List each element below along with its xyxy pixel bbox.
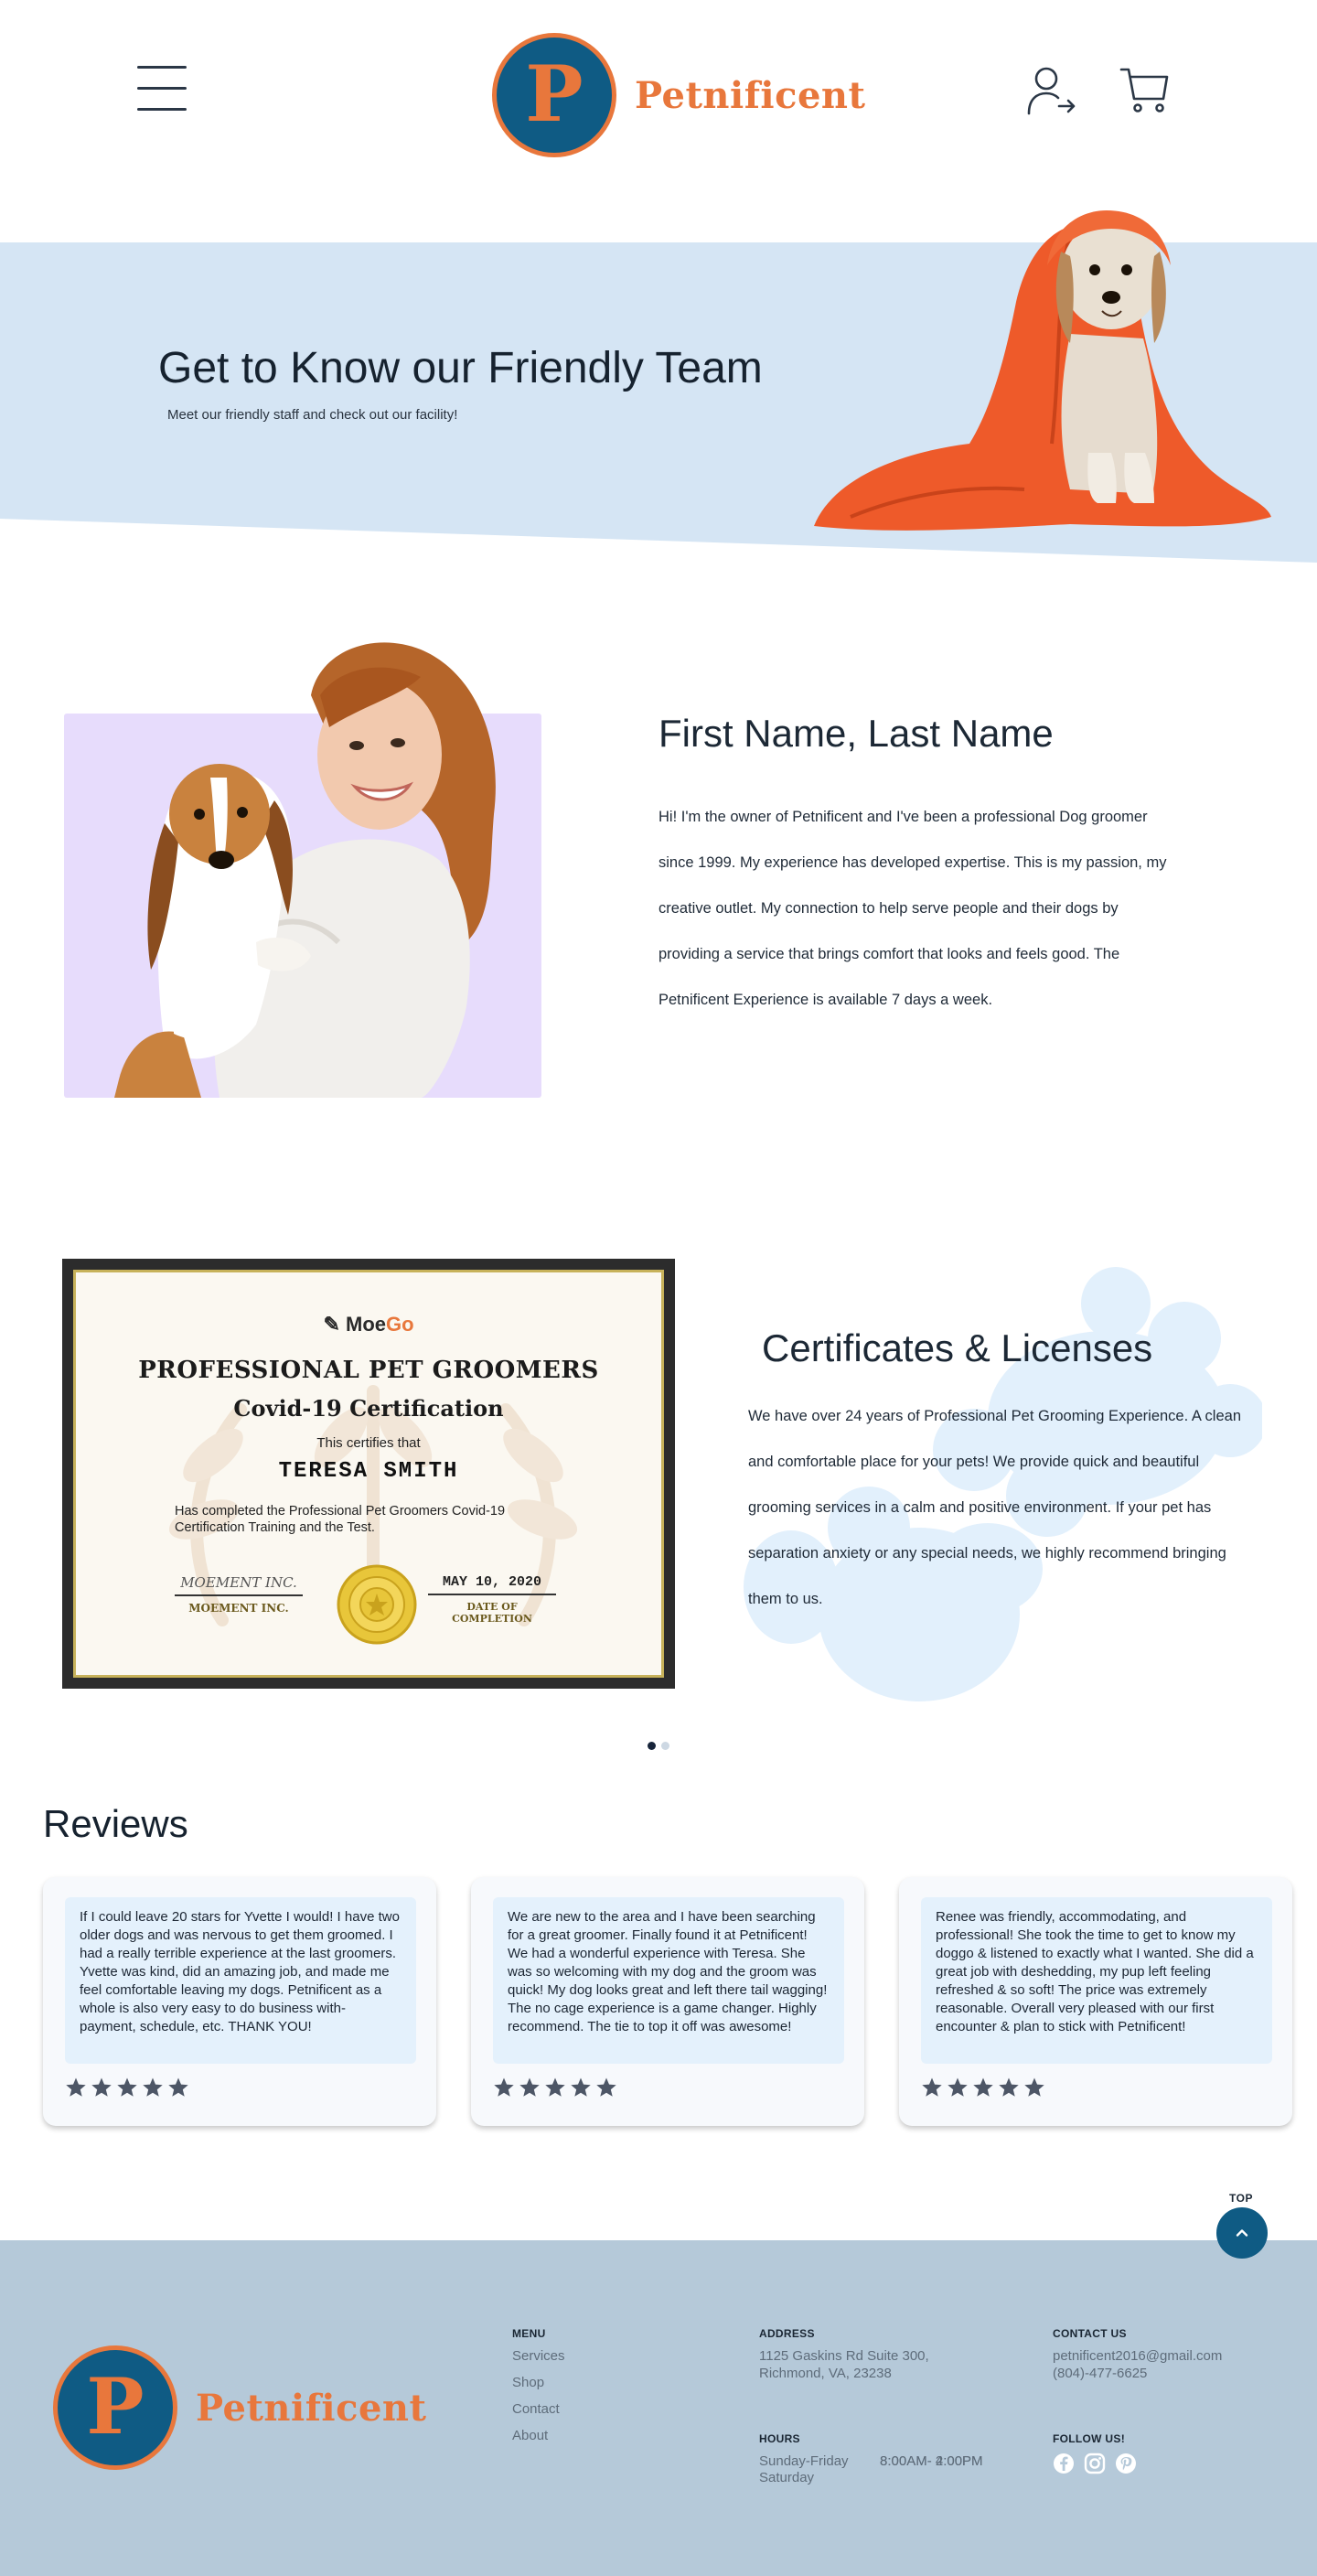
page-title: Get to Know our Friendly Team	[158, 344, 763, 392]
review-card: Renee was friendly, accommodating, and p…	[899, 1877, 1292, 2126]
carousel-dots	[648, 1742, 669, 1750]
instagram-icon[interactable]	[1084, 2453, 1106, 2474]
footer-address-heading: ADDRESS	[759, 2327, 815, 2340]
star-icon	[1024, 2077, 1044, 2097]
brand-name: Petnificent	[635, 73, 866, 117]
hero-subtitle: Meet our friendly staff and check out ou…	[167, 407, 458, 423]
star-rating	[493, 2077, 617, 2098]
address-line-1: 1125 Gaskins Rd Suite 300,	[759, 2348, 929, 2364]
footer-contact: CONTACT US petnificent2016@gmail.com (80…	[1053, 2325, 1222, 2382]
owner-name-heading: First Name, Last Name	[658, 712, 1054, 755]
owner-bio: Hi! I'm the owner of Petnificent and I'v…	[658, 809, 1167, 1008]
footer-link-contact[interactable]: Contact	[512, 2400, 565, 2418]
star-icon	[66, 2077, 86, 2097]
moego-logo: ✎ MoeGo	[323, 1313, 414, 1336]
footer-contact-heading: CONTACT US	[1053, 2327, 1127, 2340]
certificate-subtitle: Covid-19 Certification	[233, 1395, 504, 1422]
footer-menu: MENU Services Shop Contact About	[512, 2325, 565, 2453]
brand-logo[interactable]: P Petnificent	[492, 33, 865, 157]
reviews-heading: Reviews	[43, 1802, 188, 1845]
gold-seal-icon	[337, 1564, 417, 1645]
contact-email-link[interactable]: petnificent2016@gmail.com	[1053, 2347, 1222, 2365]
footer-hours-heading: HOURS	[759, 2432, 800, 2445]
star-rating	[921, 2077, 1045, 2098]
footer-menu-heading: MENU	[512, 2327, 546, 2340]
dog-head-icon: ✎	[323, 1313, 340, 1336]
footer-follow: FOLLOW US!	[1053, 2431, 1137, 2474]
footer-hours: HOURS Sunday-Friday 8:00AM- 4:00PM Satur…	[759, 2431, 983, 2486]
user-login-icon[interactable]	[1026, 64, 1077, 117]
star-icon	[948, 2077, 968, 2097]
star-icon	[91, 2077, 112, 2097]
footer-address: ADDRESS 1125 Gaskins Rd Suite 300, Richm…	[759, 2325, 929, 2382]
brand-name: Petnificent	[196, 2386, 427, 2430]
star-icon	[999, 2077, 1019, 2097]
review-card: We are new to the area and I have been s…	[471, 1877, 864, 2126]
star-icon	[596, 2077, 616, 2097]
review-text: If I could leave 20 stars for Yvette I w…	[65, 1897, 416, 2064]
star-icon	[168, 2077, 188, 2097]
facebook-icon[interactable]	[1053, 2453, 1075, 2474]
hours-row: Saturday 8:00AM- 2:00PM	[759, 2453, 983, 2485]
contact-phone-link[interactable]: (804)-477-6625	[1053, 2365, 1222, 2382]
footer-link-services[interactable]: Services	[512, 2347, 565, 2365]
owner-with-dog-photo	[64, 642, 541, 1098]
certificate-date: MAY 10, 2020 DATE OF COMPLETION	[428, 1574, 556, 1625]
carousel-dot-2[interactable]	[661, 1742, 669, 1750]
top-label: TOP	[1229, 2192, 1253, 2205]
certificate-title: PROFESSIONAL PET GROOMERS	[138, 1357, 599, 1384]
certificates-body: We have over 24 years of Professional Pe…	[748, 1408, 1241, 1607]
back-to-top-button[interactable]	[1216, 2207, 1268, 2259]
star-icon	[973, 2077, 993, 2097]
logo-emblem: P	[492, 33, 616, 157]
certificate-paper: ✎ MoeGo PROFESSIONAL PET GROOMERS Covid-…	[73, 1270, 664, 1678]
star-icon	[117, 2077, 137, 2097]
review-card: If I could leave 20 stars for Yvette I w…	[43, 1877, 436, 2126]
carousel-dot-1[interactable]	[648, 1742, 656, 1750]
review-text: Renee was friendly, accommodating, and p…	[921, 1897, 1272, 2064]
star-icon	[545, 2077, 565, 2097]
star-icon	[143, 2077, 163, 2097]
address-line-2: Richmond, VA, 23238	[759, 2366, 892, 2381]
logo-emblem: P	[53, 2345, 177, 2470]
certificate-image: ✎ MoeGo PROFESSIONAL PET GROOMERS Covid-…	[62, 1259, 675, 1689]
certificates-heading: Certificates & Licenses	[762, 1326, 1153, 1369]
star-rating	[65, 2077, 189, 2098]
dog-in-towel-image	[814, 210, 1271, 531]
chevron-up-icon	[1236, 2229, 1248, 2237]
shopping-cart-icon[interactable]	[1119, 64, 1171, 115]
hamburger-menu-icon[interactable]	[137, 66, 187, 112]
star-icon	[494, 2077, 514, 2097]
review-text: We are new to the area and I have been s…	[493, 1897, 844, 2064]
pinterest-icon[interactable]	[1115, 2453, 1137, 2474]
certificate-description: Has completed the Professional Pet Groom…	[175, 1504, 506, 1535]
footer-follow-heading: FOLLOW US!	[1053, 2432, 1125, 2445]
certificate-signature: MOEMENT INC. MOEMENT INC.	[175, 1574, 303, 1615]
certificate-recipient: TERESA SMITH	[278, 1459, 459, 1484]
footer-link-shop[interactable]: Shop	[512, 2374, 565, 2391]
site-footer: P Petnificent MENU Services Shop Contact…	[0, 2240, 1317, 2576]
star-icon	[922, 2077, 942, 2097]
footer-link-about[interactable]: About	[512, 2427, 565, 2444]
footer-logo[interactable]: P Petnificent	[53, 2345, 426, 2470]
star-icon	[571, 2077, 591, 2097]
site-header: P Petnificent	[0, 0, 1317, 192]
certificate-certifies-text: This certifies that	[316, 1435, 421, 1451]
social-icons	[1053, 2453, 1137, 2474]
star-icon	[519, 2077, 540, 2097]
